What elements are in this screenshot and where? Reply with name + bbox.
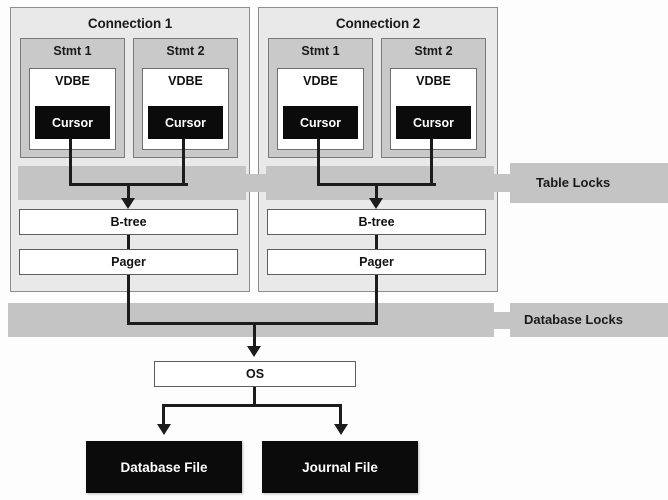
conn1-pager-drop-line xyxy=(127,275,130,325)
journal-file-arrow-icon xyxy=(334,424,348,435)
connection-2-btree-box: B-tree xyxy=(267,209,486,235)
connection-2-pager-box: Pager xyxy=(267,249,486,275)
journal-file-box: Journal File xyxy=(262,441,418,493)
connection-1-stmt-1-vdbe-label: VDBE xyxy=(55,74,90,88)
os-arrow-icon xyxy=(247,346,261,357)
database-locks-band-main xyxy=(8,303,494,337)
table-locks-band-waist-1 xyxy=(246,174,266,192)
table-locks-band-waist-2 xyxy=(494,174,510,192)
connection-1-title: Connection 1 xyxy=(87,16,173,31)
database-locks-band-label-segment: Database Locks xyxy=(510,303,668,337)
connection-1-stmt-2-vdbe-label: VDBE xyxy=(168,74,203,88)
os-box: OS xyxy=(154,361,356,387)
database-file-box: Database File xyxy=(86,441,242,493)
connection-1-stmt-2-cursor-box: Cursor xyxy=(148,106,223,139)
table-locks-label: Table Locks xyxy=(536,175,611,190)
connection-1-stmt-1-title: Stmt 1 xyxy=(53,44,92,58)
conn2-cursor2-drop-line xyxy=(430,139,433,186)
conn2-cursor1-drop-line xyxy=(317,139,320,186)
connection-1-btree-box: B-tree xyxy=(19,209,238,235)
connection-2-title: Connection 2 xyxy=(335,16,421,31)
connection-1-pager-box: Pager xyxy=(19,249,238,275)
conn2-pager-drop-line xyxy=(375,275,378,325)
os-feed-line xyxy=(253,322,256,348)
connection-1-stmt-2-title: Stmt 2 xyxy=(166,44,205,58)
database-file-arrow-icon xyxy=(157,424,171,435)
diagram-canvas: Connection 1 Stmt 1 VDBE Cursor Stmt 2 V… xyxy=(0,0,668,500)
connection-2-stmt-2-cursor-box: Cursor xyxy=(396,106,471,139)
database-locks-label: Database Locks xyxy=(524,312,623,327)
table-locks-band-label-segment: Table Locks xyxy=(510,163,668,203)
conn2-btree-arrow-icon xyxy=(369,198,383,209)
connection-2-stmt-1-title: Stmt 1 xyxy=(301,44,340,58)
connection-2-stmt-2-title: Stmt 2 xyxy=(414,44,453,58)
conn1-cursor2-drop-line xyxy=(182,139,185,186)
journal-file-feed-line xyxy=(339,404,342,426)
database-file-feed-line xyxy=(162,404,165,426)
connection-2-stmt-1-cursor-box: Cursor xyxy=(283,106,358,139)
conn1-cursor1-drop-line xyxy=(69,139,72,186)
connection-2-stmt-2-vdbe-label: VDBE xyxy=(416,74,451,88)
database-locks-band-waist xyxy=(494,312,510,329)
os-split-line xyxy=(162,404,342,407)
connection-2-stmt-1-vdbe-label: VDBE xyxy=(303,74,338,88)
conn1-btree-arrow-icon xyxy=(121,198,135,209)
connection-1-stmt-1-cursor-box: Cursor xyxy=(35,106,110,139)
conn2-btree-pager-line xyxy=(375,235,378,249)
conn1-btree-pager-line xyxy=(127,235,130,249)
